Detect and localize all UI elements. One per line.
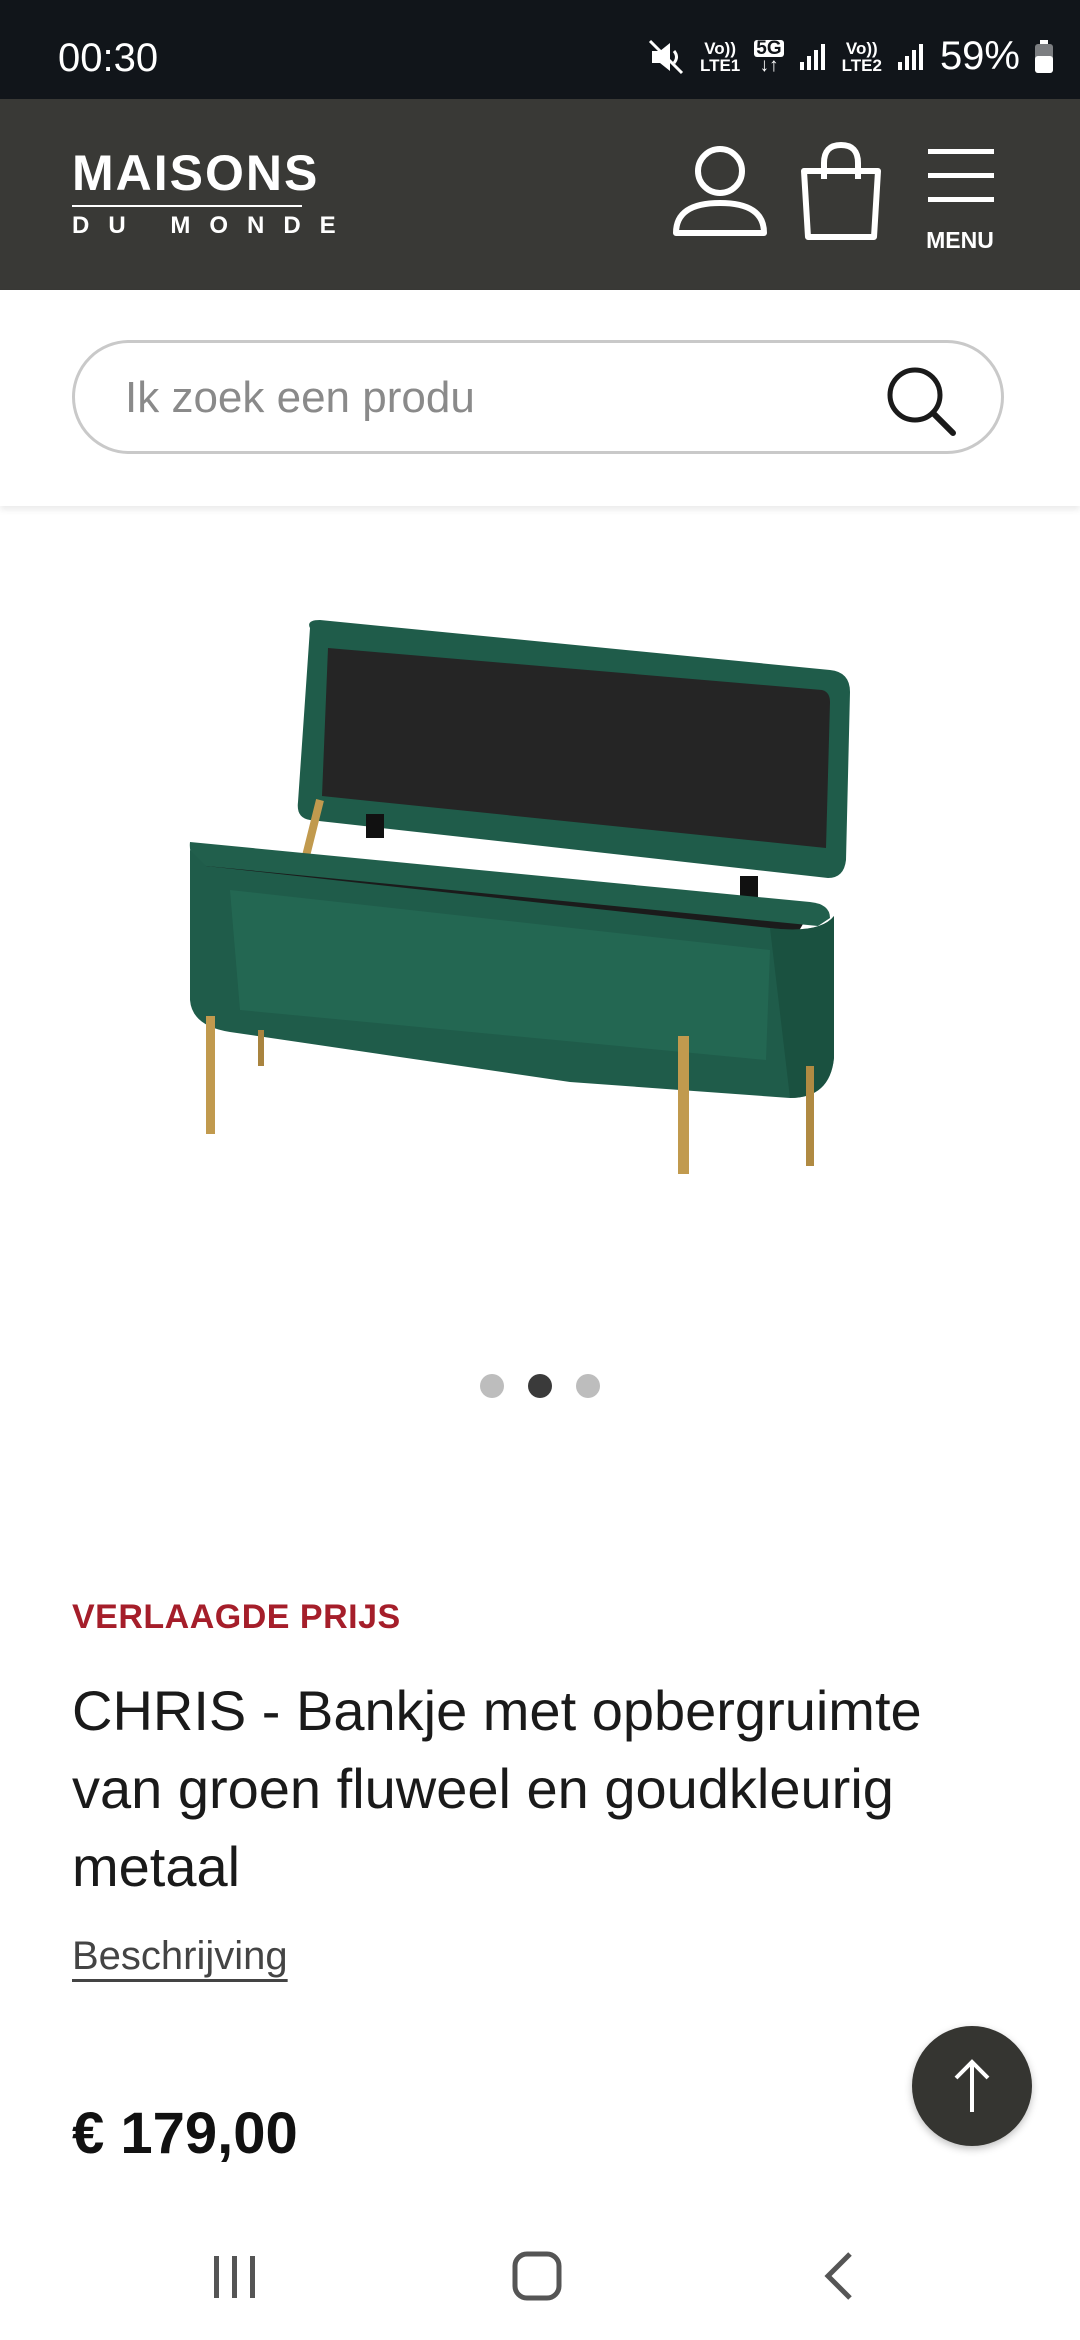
brand-logo[interactable]: MAISONS DU MONDE xyxy=(72,147,355,239)
search-section xyxy=(0,290,1080,506)
system-nav-bar xyxy=(0,2220,1080,2340)
battery-icon xyxy=(1035,39,1053,73)
carousel-dot[interactable] xyxy=(480,1374,504,1398)
product-image[interactable] xyxy=(170,620,890,1200)
cart-icon[interactable] xyxy=(796,141,886,241)
search-bar[interactable] xyxy=(72,340,1004,454)
carousel-dot[interactable] xyxy=(528,1374,552,1398)
sale-badge: VERLAAGDE PRIJS xyxy=(72,1598,401,1636)
scroll-to-top-button[interactable] xyxy=(912,2026,1032,2146)
menu-label[interactable]: MENU xyxy=(920,227,1000,254)
mute-icon xyxy=(648,39,684,74)
status-bar: 00:30 Vo)) LTE1 5G ↓↑ Vo)) LTE2 59% xyxy=(0,0,1080,99)
description-link[interactable]: Beschrijving xyxy=(72,1934,288,1979)
status-time: 00:30 xyxy=(58,36,159,80)
home-icon[interactable] xyxy=(510,2248,566,2304)
site-header: MAISONS DU MONDE MENU xyxy=(0,99,1080,290)
status-icons: Vo)) LTE1 5G ↓↑ Vo)) LTE2 59% xyxy=(648,34,1054,79)
sim2-label: Vo)) LTE2 xyxy=(841,38,882,75)
hamburger-icon[interactable] xyxy=(926,147,996,207)
search-input[interactable] xyxy=(123,363,847,433)
sim1-label: Vo)) LTE1 xyxy=(699,38,741,75)
product-price: € 179,00 xyxy=(72,2101,298,2166)
search-icon[interactable] xyxy=(883,363,959,439)
recent-apps-icon[interactable] xyxy=(210,2248,260,2304)
battery-percent: 59% xyxy=(939,34,1020,78)
carousel-indicator xyxy=(0,1374,1080,1398)
signal-icon xyxy=(897,43,923,70)
product-title: CHRIS - Bankje met opbergruimte van groe… xyxy=(72,1679,922,1898)
back-icon[interactable] xyxy=(820,2248,860,2304)
signal-icon xyxy=(799,43,825,70)
account-icon[interactable] xyxy=(670,141,770,241)
arrow-up-icon xyxy=(954,2059,990,2112)
carousel-dot[interactable] xyxy=(576,1374,600,1398)
network-type-badge: 5G ↓↑ xyxy=(754,37,784,76)
